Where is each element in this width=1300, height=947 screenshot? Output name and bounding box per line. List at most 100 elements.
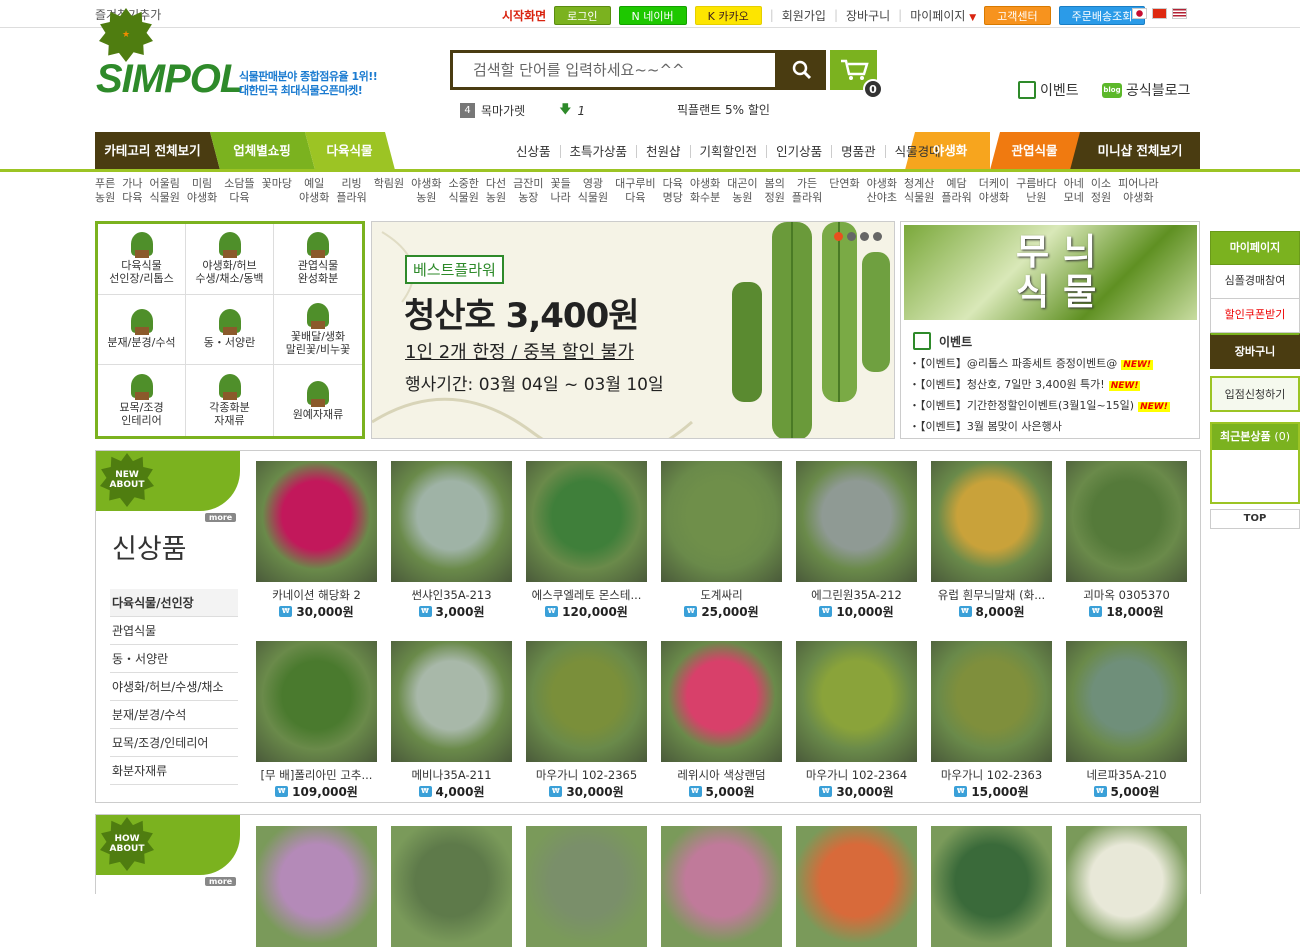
shop-link[interactable]: 다선 농원 xyxy=(486,177,506,205)
shop-link[interactable]: 구름바다 난원 xyxy=(1016,177,1056,205)
top-button[interactable]: TOP xyxy=(1210,509,1300,529)
nav-link[interactable]: 인기상품 xyxy=(767,144,833,158)
shop-link[interactable]: 다육 명당 xyxy=(663,177,683,205)
subcategory-item[interactable]: 다육식물/선인장 xyxy=(110,589,238,617)
quick-mypage[interactable]: 마이페이지 xyxy=(1210,231,1300,265)
product-card[interactable]: 마우가니 102-2365 ₩30,000원 xyxy=(526,641,647,800)
product-image[interactable] xyxy=(526,826,647,947)
shop-link[interactable]: 소담뜰 다육 xyxy=(224,177,254,205)
shop-link[interactable]: 아네 모네 xyxy=(1064,177,1084,205)
product-name[interactable]: 메비나35A-211 xyxy=(391,767,512,782)
product-image[interactable] xyxy=(1066,826,1187,947)
quick-cart[interactable]: 장바구니 xyxy=(1210,333,1300,369)
product-name[interactable]: 유럽 흰무늬말채 (화... xyxy=(931,587,1052,602)
product-card[interactable]: 메비나35A-211 ₩4,000원 xyxy=(391,641,512,800)
category-cell[interactable]: 각종화분 자재류 xyxy=(186,365,274,436)
quick-apply[interactable]: 입점신청하기 xyxy=(1210,376,1300,412)
product-card[interactable]: 썬샤인35A-213 ₩3,000원 xyxy=(391,461,512,620)
product-image[interactable] xyxy=(796,826,917,947)
shop-link[interactable]: 푸른 농원 xyxy=(95,177,115,205)
product-card[interactable]: 레위시아 색상랜덤 ₩5,000원 xyxy=(661,641,782,800)
site-logo[interactable]: SIMPOL 식물판매분야 종합점유율 1위!! 대한민국 최대식물오픈마켓! xyxy=(96,57,381,101)
product-image[interactable] xyxy=(391,461,512,582)
product-image[interactable] xyxy=(661,826,782,947)
nav-link[interactable]: 명품관 xyxy=(832,144,886,158)
product-card[interactable]: 네르파35A-210 ₩5,000원 xyxy=(1066,641,1187,800)
nav-minishop-all[interactable]: 미니샵 전체보기 xyxy=(1080,132,1200,170)
bookmark-link[interactable]: 즐겨찾기추가★ xyxy=(95,6,161,62)
shop-link[interactable]: 어울림 식물원 xyxy=(150,177,180,205)
variegated-plant-banner[interactable]: 무늬식물 xyxy=(904,225,1197,320)
product-name[interactable]: 네르파35A-210 xyxy=(1066,767,1187,782)
category-cell[interactable]: 원예자재류 xyxy=(274,365,362,436)
product-image[interactable] xyxy=(796,461,917,582)
shop-link[interactable]: 금잔미 농장 xyxy=(513,177,543,205)
shop-link[interactable]: 대구루비 다육 xyxy=(615,177,655,205)
product-name[interactable]: 마우가니 102-2364 xyxy=(796,767,917,782)
quick-auction[interactable]: 심폴경매참여 xyxy=(1210,265,1300,299)
subcategory-item[interactable]: 화분자재류 xyxy=(110,757,238,785)
category-cell[interactable]: 야생화/허브 수생/채소/동백 xyxy=(186,224,274,295)
subcategory-item[interactable]: 야생화/허브/수생/채소 xyxy=(110,673,238,701)
korea-flag-icon[interactable] xyxy=(1132,8,1147,19)
shop-link[interactable]: 야생화 산야초 xyxy=(867,177,897,205)
category-cell[interactable]: 묘목/조경 인테리어 xyxy=(98,365,186,436)
product-image[interactable] xyxy=(931,461,1052,582)
kakao-login-button[interactable]: K 카카오 xyxy=(694,5,762,25)
category-cell[interactable]: 동・서양란 xyxy=(186,294,274,366)
nav-link[interactable]: 신상품 xyxy=(507,144,561,158)
shop-link[interactable]: 가든 플라워 xyxy=(792,177,822,205)
product-name[interactable]: 카네이션 해당화 2 xyxy=(256,587,377,602)
product-name[interactable]: 레위시아 색상랜덤 xyxy=(661,767,782,782)
shop-link[interactable]: 예일 야생화 xyxy=(299,177,329,205)
product-image[interactable] xyxy=(1066,461,1187,582)
nav-succulent[interactable]: 다육식물 xyxy=(307,132,392,170)
product-name[interactable]: 도계싸리 xyxy=(661,587,782,602)
event-link[interactable]: 이벤트 xyxy=(1018,80,1079,100)
shop-link[interactable]: 단연화 xyxy=(829,177,859,191)
nav-business-shopping[interactable]: 업체별쇼핑 xyxy=(217,132,307,170)
product-image[interactable] xyxy=(661,641,782,762)
category-cell[interactable]: 다육식물 선인장/리톱스 xyxy=(98,224,186,295)
shop-link[interactable]: 리빙 플라워 xyxy=(336,177,366,205)
nav-all-categories[interactable]: 카테고리 전체보기 xyxy=(95,132,210,170)
nav-link[interactable]: 천원샵 xyxy=(637,144,691,158)
product-image[interactable] xyxy=(661,461,782,582)
product-card[interactable]: [무 배]폴리아민 고추... ₩109,000원 xyxy=(256,641,377,800)
category-cell[interactable]: 분재/분경/수석 xyxy=(98,294,186,366)
shop-link[interactable]: 야생화 화수분 xyxy=(690,177,720,205)
home-link[interactable]: 시작화면 xyxy=(502,7,546,24)
event-item[interactable]: ・【이벤트】기간한정할인이벤트(3월1일~15일) NEW! xyxy=(909,396,1170,417)
shop-link[interactable]: 학림원 xyxy=(374,177,404,191)
cart-link[interactable]: 장바구니 xyxy=(846,7,890,24)
product-image[interactable] xyxy=(931,641,1052,762)
shop-link[interactable]: 봄의 정원 xyxy=(765,177,785,205)
product-image[interactable] xyxy=(391,641,512,762)
login-button[interactable]: 로그인 xyxy=(554,5,611,25)
product-image[interactable] xyxy=(526,641,647,762)
shop-link[interactable]: 영광 식물원 xyxy=(578,177,608,205)
mypage-link[interactable]: 마이페이지 ▼ xyxy=(910,7,976,24)
product-card[interactable]: 도계싸리 ₩25,000원 xyxy=(661,461,782,620)
category-cell[interactable]: 관엽식물 완성화분 xyxy=(274,224,362,295)
event-item[interactable]: ・【이벤트】청산호, 7일만 3,400원 특가! NEW! xyxy=(909,375,1170,396)
product-card[interactable]: 괴마옥 0305370 ₩18,000원 xyxy=(1066,461,1187,620)
join-link[interactable]: 회원가입 xyxy=(782,7,826,24)
shop-link[interactable]: 꽃마당 xyxy=(262,177,292,191)
subcategory-item[interactable]: 묘목/조경/인테리어 xyxy=(110,729,238,757)
product-image[interactable] xyxy=(256,641,377,762)
product-name[interactable]: [무 배]폴리아민 고추... xyxy=(256,767,377,782)
shop-link[interactable]: 이소 정원 xyxy=(1091,177,1111,205)
product-image[interactable] xyxy=(256,826,377,947)
pager-dot[interactable] xyxy=(834,232,843,241)
pager-dot[interactable] xyxy=(860,232,869,241)
shop-link[interactable]: 예담 플라워 xyxy=(941,177,971,205)
product-card[interactable]: 에스쿠엘레토 몬스테... ₩120,000원 xyxy=(526,461,647,620)
product-image[interactable] xyxy=(1066,641,1187,762)
product-name[interactable]: 에스쿠엘레토 몬스테... xyxy=(526,587,647,602)
shop-link[interactable]: 대곤이 농원 xyxy=(727,177,757,205)
shop-link[interactable]: 소중한 식물원 xyxy=(449,177,479,205)
naver-login-button[interactable]: N 네이버 xyxy=(618,5,687,25)
shop-link[interactable]: 야생화 농원 xyxy=(411,177,441,205)
shop-link[interactable]: 미림 야생화 xyxy=(187,177,217,205)
